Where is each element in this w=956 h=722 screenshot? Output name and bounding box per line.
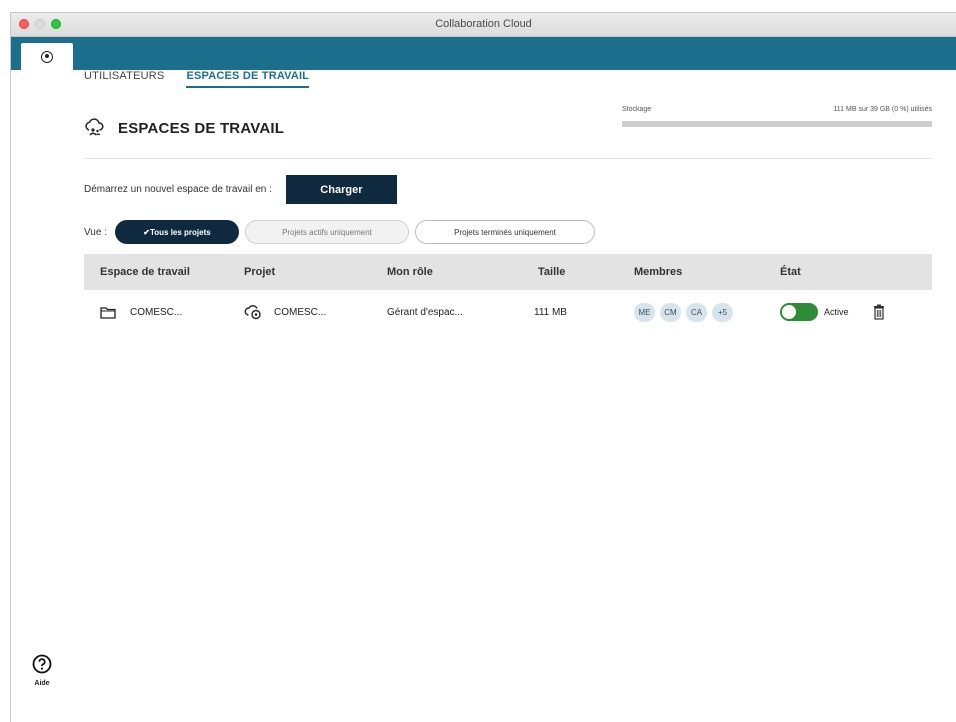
tab-utilisateurs[interactable]: UTILISATEURS (84, 70, 164, 88)
home-tab[interactable] (21, 43, 73, 70)
table-header: Espace de travail Projet Mon rôle Taille… (84, 254, 932, 290)
more-members-badge[interactable]: +5 (712, 302, 733, 322)
upload-row: Démarrez un nouvel espace de travail en … (84, 175, 397, 204)
cloud-project-icon (244, 305, 261, 320)
workspace-name[interactable]: COMESC... (130, 307, 182, 318)
workspaces-table: Espace de travail Projet Mon rôle Taille… (84, 254, 932, 334)
column-header-size[interactable]: Taille (510, 266, 614, 278)
state-toggle[interactable] (780, 303, 818, 321)
workspace-size: 111 MB (534, 306, 567, 318)
table-row[interactable]: COMESC... COMESC... Gérant d'espac... 11… (84, 290, 932, 334)
view-filter: Vue : ✔Tous les projets Projets actifs u… (84, 220, 595, 244)
page-title: ESPACES DE TRAVAIL (118, 119, 285, 137)
column-header-workspace[interactable]: Espace de travail (84, 266, 230, 278)
project-name[interactable]: COMESC... (274, 307, 326, 318)
member-avatar[interactable]: ME (634, 302, 655, 322)
column-header-state[interactable]: État (752, 266, 932, 278)
page-header: ESPACES DE TRAVAIL (84, 118, 284, 138)
column-header-members[interactable]: Membres (614, 266, 752, 278)
storage-value: 111 MB sur 39 GB (0 %) utilisés (833, 106, 932, 113)
help-icon (32, 654, 52, 674)
upload-prompt: Démarrez un nouvel espace de travail en … (84, 184, 272, 195)
filter-all-projects[interactable]: ✔Tous les projets (114, 220, 239, 244)
divider (84, 158, 932, 159)
storage-indicator: Stockage 111 MB sur 39 GB (0 %) utilisés (622, 106, 932, 127)
tab-espaces-de-travail[interactable]: ESPACES DE TRAVAIL (186, 70, 310, 88)
storage-bar (622, 121, 932, 127)
my-role: Gérant d'espac... (387, 306, 463, 318)
help-label: Aide (34, 680, 50, 687)
filter-finished-projects[interactable]: Projets terminés uniquement (414, 220, 595, 244)
title-bar: Collaboration Cloud (11, 13, 956, 37)
members-list[interactable]: ME CM CA +5 (634, 302, 733, 322)
filter-active-projects[interactable]: Projets actifs uniquement (244, 220, 409, 244)
toggle-knob (782, 305, 796, 319)
member-avatar[interactable]: CM (660, 302, 681, 322)
help-button[interactable]: Aide (32, 654, 52, 687)
home-icon (41, 50, 53, 63)
subtabs: UTILISATEURS ESPACES DE TRAVAIL (84, 70, 310, 88)
column-header-role[interactable]: Mon rôle (369, 266, 510, 278)
storage-label: Stockage (622, 106, 652, 113)
column-header-project[interactable]: Projet (230, 266, 369, 278)
app-bar (11, 37, 956, 70)
charger-button[interactable]: Charger (285, 175, 397, 204)
member-avatar[interactable]: CA (686, 302, 707, 322)
cloud-users-icon (85, 118, 104, 136)
view-label: Vue : (84, 226, 107, 238)
state-label: Active (824, 307, 849, 317)
window-title: Collaboration Cloud (435, 18, 532, 30)
folder-icon (100, 306, 116, 319)
trash-icon[interactable] (873, 304, 885, 320)
